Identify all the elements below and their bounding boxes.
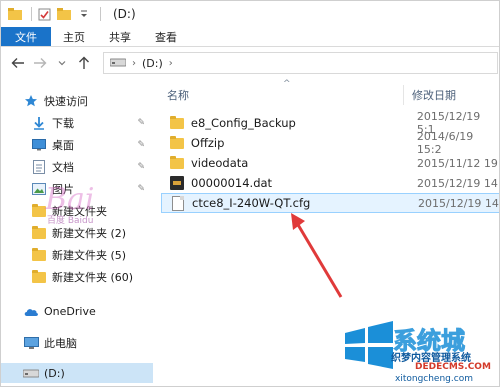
desktop-icon [31, 138, 47, 152]
address-separator-icon[interactable]: › [132, 58, 136, 69]
nav-item-label: 下载 [52, 117, 74, 130]
tab-view[interactable]: 查看 [143, 27, 189, 46]
file-date: 2015/12/19 14 [418, 196, 499, 210]
pin-icon[interactable]: ✎ [137, 140, 145, 150]
nav-item-label: 新建文件夹 (60) [52, 271, 134, 284]
forward-arrow-icon[interactable] [31, 54, 49, 72]
watermark-domain: DEDECMS.COM [415, 362, 491, 372]
title-separator [100, 7, 101, 21]
file-row-videodata[interactable]: videodata 2015/11/12 19 [161, 153, 499, 173]
documents-icon [31, 160, 47, 174]
nav-item-folder[interactable]: 新建文件夹 [1, 201, 153, 221]
folder-icon [169, 155, 185, 171]
navigation-pane: 快速访问 下载 ✎ 桌面 ✎ 文档 ✎ 图片 ✎ 新建文件夹 新建文件夹 (2)… [1, 85, 153, 386]
watermark-url: xitongcheng.com [395, 374, 473, 384]
file-name: Offzip [190, 136, 225, 150]
quick-access-separator [31, 7, 32, 21]
nav-item-desktop[interactable]: 桌面 ✎ [1, 135, 153, 155]
watermark-title: 系统城 [393, 327, 466, 356]
file-date: 2015/12/19 14 [417, 176, 498, 190]
nav-drive-label: (D:) [44, 366, 65, 380]
customize-dropdown-icon[interactable] [76, 6, 92, 22]
nav-quick-access[interactable]: 快速访问 [1, 91, 153, 111]
explorer-window: (D:) 文件 主页 共享 查看 › (D:) › 快速访问 下载 ✎ 桌面 ✎… [0, 0, 500, 387]
nav-item-folder-5[interactable]: 新建文件夹 (5) [1, 245, 153, 265]
nav-item-documents[interactable]: 文档 ✎ [1, 157, 153, 177]
nav-quick-access-label: 快速访问 [44, 95, 88, 108]
nav-onedrive-label: OneDrive [44, 304, 96, 318]
watermark-subtitle: 织梦内容管理系统 [391, 353, 471, 364]
nav-item-label: 新建文件夹 [52, 205, 107, 218]
download-arrow-icon [31, 116, 47, 130]
nav-item-downloads[interactable]: 下载 ✎ [1, 113, 153, 133]
nav-item-label: 桌面 [52, 139, 74, 152]
column-header: ^ 名称 修改日期 [153, 79, 499, 105]
pictures-icon [31, 182, 47, 196]
ribbon-tabs: 文件 主页 共享 查看 [1, 27, 499, 47]
pin-icon[interactable]: ✎ [137, 162, 145, 172]
folder-icon [31, 269, 47, 284]
star-icon [23, 94, 39, 108]
nav-item-pictures[interactable]: 图片 ✎ [1, 179, 153, 199]
address-bar[interactable]: › (D:) › [103, 52, 498, 74]
drive-icon [23, 366, 39, 380]
recent-locations-chevron-icon[interactable] [53, 54, 71, 72]
file-name: e8_Config_Backup [190, 116, 296, 130]
up-arrow-icon[interactable] [75, 54, 93, 72]
site-watermark: 系统城 织梦内容管理系统 DEDECMS.COM xitongcheng.com [341, 319, 499, 386]
folder-icon [31, 225, 47, 240]
folder-icon [31, 203, 47, 218]
tab-file[interactable]: 文件 [1, 27, 51, 46]
address-separator-icon-2[interactable]: › [169, 58, 173, 69]
sort-caret-icon: ^ [283, 79, 291, 89]
document-file-icon [170, 195, 186, 211]
drive-icon [109, 57, 127, 70]
tab-home[interactable]: 主页 [51, 27, 97, 46]
navigation-row: › (D:) › [1, 47, 499, 79]
folder-icon [169, 115, 185, 131]
computer-icon [23, 336, 39, 350]
nav-item-folder-2[interactable]: 新建文件夹 (2) [1, 223, 153, 243]
file-name: videodata [191, 156, 249, 170]
windows-logo-icon [345, 321, 393, 369]
tab-share[interactable]: 共享 [97, 27, 143, 46]
file-row-dat[interactable]: 00000014.dat 2015/12/19 14 [161, 173, 499, 193]
nav-item-label: 图片 [52, 183, 74, 196]
annotation-arrow [291, 213, 343, 298]
nav-onedrive[interactable]: OneDrive [1, 301, 153, 321]
file-row-cfg[interactable]: ctce8_I-240W-QT.cfg 2015/12/19 14 [161, 193, 499, 213]
folder-icon [169, 135, 185, 151]
properties-icon[interactable] [36, 6, 52, 22]
nav-item-folder-60[interactable]: 新建文件夹 (60) [1, 267, 153, 287]
nav-this-pc[interactable]: 此电脑 [1, 333, 153, 353]
folder-icon [31, 247, 47, 262]
title-bar: (D:) [1, 1, 499, 27]
nav-item-label: 文档 [52, 161, 74, 174]
address-location[interactable]: (D:) [142, 57, 163, 70]
file-name: 00000014.dat [191, 176, 273, 190]
new-folder-icon[interactable] [56, 6, 72, 22]
nav-this-pc-label: 此电脑 [44, 337, 77, 350]
cloud-icon [23, 304, 39, 318]
column-date-header[interactable]: 修改日期 [403, 85, 456, 105]
column-name-header[interactable]: 名称 [167, 87, 189, 103]
nav-item-label: 新建文件夹 (2) [52, 227, 127, 240]
pin-icon[interactable]: ✎ [137, 118, 145, 128]
dat-file-icon [169, 175, 185, 191]
back-arrow-icon[interactable] [9, 54, 27, 72]
file-row-offzip[interactable]: Offzip 2014/6/19 15:2 [161, 130, 499, 156]
file-date: 2015/11/12 19 [417, 156, 498, 170]
nav-item-label: 新建文件夹 (5) [52, 249, 127, 262]
window-title: (D:) [113, 7, 136, 21]
pin-icon[interactable]: ✎ [137, 184, 145, 194]
nav-drive-d[interactable]: (D:) [1, 363, 153, 383]
folder-app-icon [7, 6, 23, 22]
file-name: ctce8_I-240W-QT.cfg [192, 196, 311, 210]
